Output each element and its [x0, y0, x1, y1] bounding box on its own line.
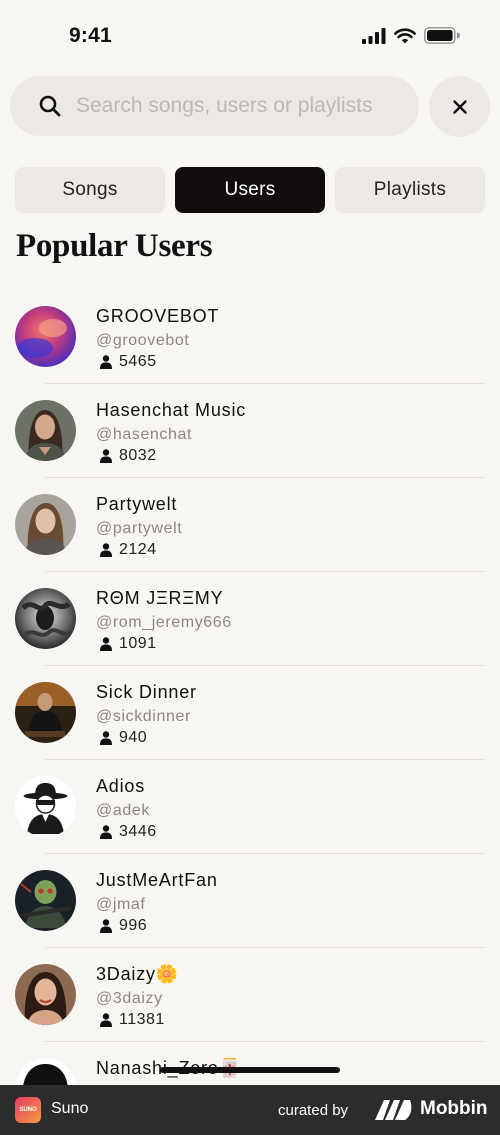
- follower-count-value: 940: [119, 729, 148, 746]
- status-icons: [362, 27, 460, 44]
- person-icon: [100, 731, 112, 745]
- user-name: Partywelt: [96, 494, 178, 514]
- list-item[interactable]: 3Daizy🌼 @3daizy 11381: [0, 948, 500, 1042]
- follower-count: 940: [100, 729, 147, 747]
- user-handle: @adek: [96, 802, 150, 819]
- follower-count: 3446: [100, 823, 157, 841]
- tab-songs[interactable]: Songs: [15, 167, 165, 213]
- user-name: Adios: [96, 776, 146, 796]
- status-bar: 9:41: [0, 0, 500, 70]
- user-name: Sick Dinner: [96, 682, 197, 702]
- user-name: RΘM JΞRΞMY: [96, 588, 224, 608]
- list-item[interactable]: Adios @adek 3446: [0, 760, 500, 854]
- person-icon: [100, 1013, 112, 1027]
- search-box[interactable]: [10, 76, 419, 136]
- user-handle: @groovebot: [96, 332, 190, 349]
- close-search-button[interactable]: [429, 76, 490, 137]
- person-icon: [100, 449, 112, 463]
- list-item[interactable]: Sick Dinner @sickdinner 940: [0, 666, 500, 760]
- user-avatar: [15, 776, 76, 837]
- follower-count: 1091: [100, 635, 157, 653]
- follower-count: 996: [100, 917, 147, 935]
- footer-curated-label: curated by: [278, 1102, 349, 1119]
- user-handle: @rom_jeremy666: [96, 614, 232, 631]
- user-list: GROOVEBOT @groovebot 5465 Hasenchat Musi…: [0, 290, 500, 1135]
- battery-icon: [424, 27, 460, 44]
- follower-count: 8032: [100, 447, 157, 465]
- user-name: GROOVEBOT: [96, 306, 220, 326]
- person-icon: [100, 543, 112, 557]
- user-name: 3Daizy🌼: [96, 964, 180, 984]
- tab-users[interactable]: Users: [175, 167, 325, 213]
- person-icon: [100, 355, 112, 369]
- section-title: Popular Users: [16, 228, 213, 264]
- mobbin-logo-icon: [375, 1100, 412, 1120]
- follower-count-value: 2124: [119, 541, 157, 558]
- footer-brand: Mobbin: [420, 1098, 488, 1119]
- user-handle: @3daizy: [96, 990, 163, 1007]
- person-icon: [100, 919, 112, 933]
- list-item[interactable]: GROOVEBOT @groovebot 5465: [0, 290, 500, 384]
- user-handle: @jmaf: [96, 896, 146, 913]
- user-avatar: [15, 494, 76, 555]
- follower-count: 5465: [100, 353, 157, 371]
- user-name: Hasenchat Music: [96, 400, 247, 420]
- list-item[interactable]: Hasenchat Music @hasenchat 8032: [0, 384, 500, 478]
- user-handle: @sickdinner: [96, 708, 191, 725]
- user-avatar: [15, 588, 76, 649]
- list-item[interactable]: RΘM JΞRΞMY @rom_jeremy666 1091: [0, 572, 500, 666]
- close-icon: [452, 99, 467, 114]
- user-avatar: [15, 306, 76, 367]
- footer-app-name: Suno: [51, 1100, 89, 1117]
- list-item[interactable]: JustMeArtFan @jmaf 996: [0, 854, 500, 948]
- user-handle: @hasenchat: [96, 426, 193, 443]
- search-icon: [39, 95, 61, 117]
- follower-count: 2124: [100, 541, 157, 559]
- user-name: JustMeArtFan: [96, 870, 218, 890]
- user-avatar: [15, 682, 76, 743]
- follower-count-value: 11381: [119, 1011, 165, 1028]
- follower-count: 11381: [100, 1011, 165, 1029]
- search-tabs: Songs Users Playlists: [15, 167, 485, 213]
- user-avatar: [15, 870, 76, 931]
- footer-bar: SUNO Suno curated by Mobbin: [0, 1085, 500, 1135]
- search-input[interactable]: [76, 76, 406, 136]
- status-time: 9:41: [69, 24, 112, 47]
- follower-count-value: 996: [119, 917, 148, 934]
- user-avatar: [15, 400, 76, 461]
- follower-count-value: 5465: [119, 353, 157, 370]
- suno-app-icon: SUNO: [15, 1097, 41, 1123]
- tab-playlists[interactable]: Playlists: [335, 167, 485, 213]
- cellular-signal-icon: [362, 27, 386, 44]
- user-handle: @partywelt: [96, 520, 183, 537]
- follower-count-value: 3446: [119, 823, 157, 840]
- home-indicator: [160, 1067, 340, 1073]
- follower-count-value: 1091: [119, 635, 157, 652]
- wifi-icon: [394, 27, 416, 43]
- list-item[interactable]: Partywelt @partywelt 2124: [0, 478, 500, 572]
- follower-count-value: 8032: [119, 447, 157, 464]
- person-icon: [100, 825, 112, 839]
- person-icon: [100, 637, 112, 651]
- search-row: [10, 76, 490, 137]
- user-avatar: [15, 964, 76, 1025]
